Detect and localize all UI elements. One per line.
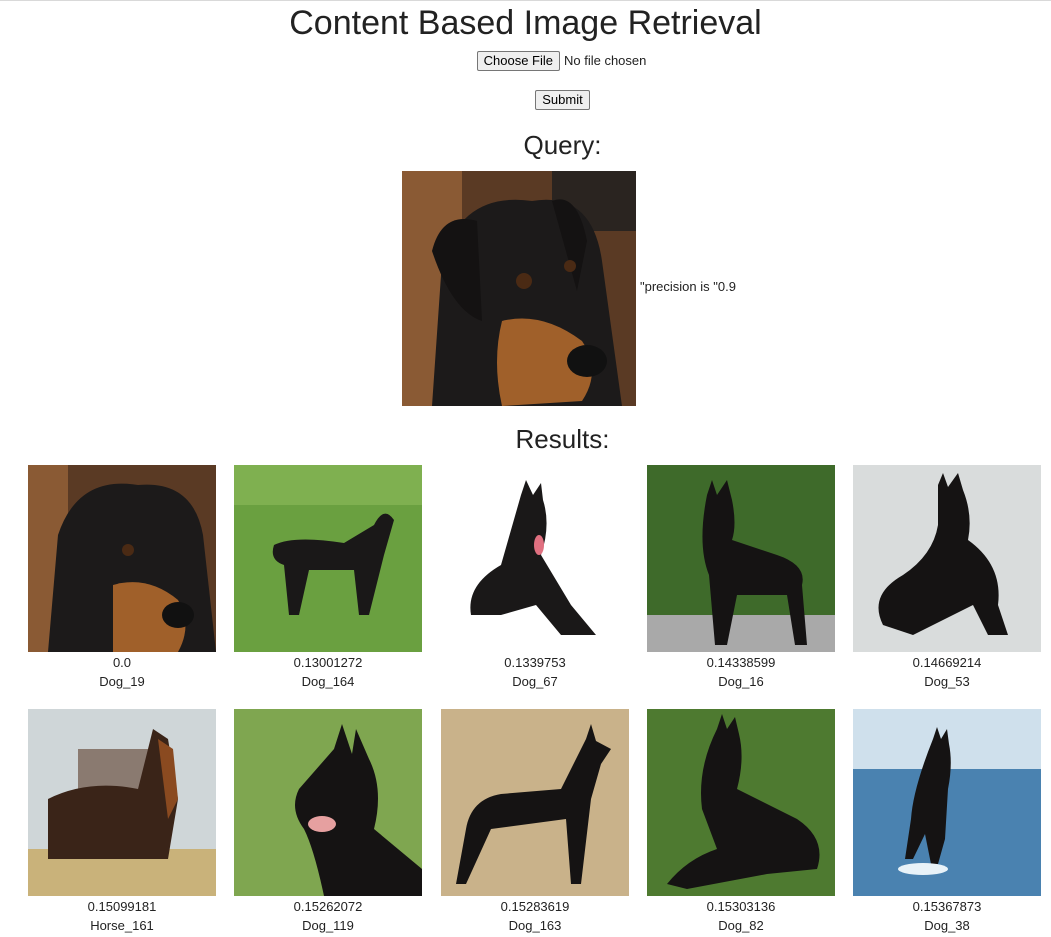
result-image bbox=[234, 709, 422, 896]
result-card: 0.15303136 Dog_82 bbox=[647, 709, 835, 935]
file-upload: Choose File No file chosen bbox=[0, 51, 1051, 71]
result-card: 0.14338599 Dog_16 bbox=[647, 465, 835, 691]
page-title: Content Based Image Retrieval bbox=[289, 4, 762, 42]
result-score: 0.15303136 bbox=[706, 899, 776, 914]
result-card: 0.15262072 Dog_119 bbox=[234, 709, 422, 935]
result-card: 0.0 Dog_19 bbox=[28, 465, 216, 691]
result-name: Dog_119 bbox=[302, 918, 354, 933]
result-name: Dog_67 bbox=[512, 674, 558, 689]
top-divider bbox=[0, 0, 1051, 1]
result-image bbox=[28, 709, 216, 896]
result-name: Dog_38 bbox=[924, 918, 970, 933]
result-card: 0.1339753 Dog_67 bbox=[441, 465, 629, 691]
result-name: Dog_164 bbox=[301, 674, 355, 689]
result-image bbox=[234, 465, 422, 652]
result-score: 0.1339753 bbox=[504, 655, 566, 670]
result-name: Dog_82 bbox=[718, 918, 764, 933]
result-image bbox=[853, 709, 1041, 896]
result-image bbox=[647, 709, 835, 896]
result-name: Dog_19 bbox=[99, 674, 145, 689]
result-image bbox=[441, 709, 629, 896]
result-score: 0.14338599 bbox=[706, 655, 776, 670]
result-score: 0.15367873 bbox=[912, 899, 982, 914]
result-card: 0.15367873 Dog_38 bbox=[853, 709, 1041, 935]
submit-button[interactable]: Submit bbox=[535, 90, 590, 110]
file-status-text: No file chosen bbox=[563, 53, 647, 68]
result-name: Dog_53 bbox=[924, 674, 970, 689]
result-image bbox=[853, 465, 1041, 652]
result-image bbox=[28, 465, 216, 652]
result-score: 0.15099181 bbox=[87, 899, 157, 914]
result-name: Dog_16 bbox=[718, 674, 764, 689]
query-image bbox=[402, 171, 636, 406]
result-score: 0.13001272 bbox=[293, 655, 363, 670]
choose-file-button[interactable]: Choose File bbox=[476, 51, 560, 71]
result-card: 0.14669214 Dog_53 bbox=[853, 465, 1041, 691]
result-image bbox=[441, 465, 629, 652]
result-score: 0.0 bbox=[112, 655, 132, 670]
query-heading: Query: bbox=[523, 130, 602, 160]
result-name: Dog_163 bbox=[508, 918, 562, 933]
result-image bbox=[647, 465, 835, 652]
result-score: 0.14669214 bbox=[912, 655, 982, 670]
submit-row: Submit bbox=[0, 90, 1051, 110]
precision-text: "precision is "0.9 bbox=[640, 279, 736, 294]
result-name: Horse_161 bbox=[90, 918, 154, 933]
result-card: 0.15099181 Horse_161 bbox=[28, 709, 216, 935]
result-score: 0.15283619 bbox=[500, 899, 570, 914]
result-card: 0.13001272 Dog_164 bbox=[234, 465, 422, 691]
result-card: 0.15283619 Dog_163 bbox=[441, 709, 629, 935]
result-score: 0.15262072 bbox=[293, 899, 363, 914]
results-heading: Results: bbox=[515, 424, 610, 454]
